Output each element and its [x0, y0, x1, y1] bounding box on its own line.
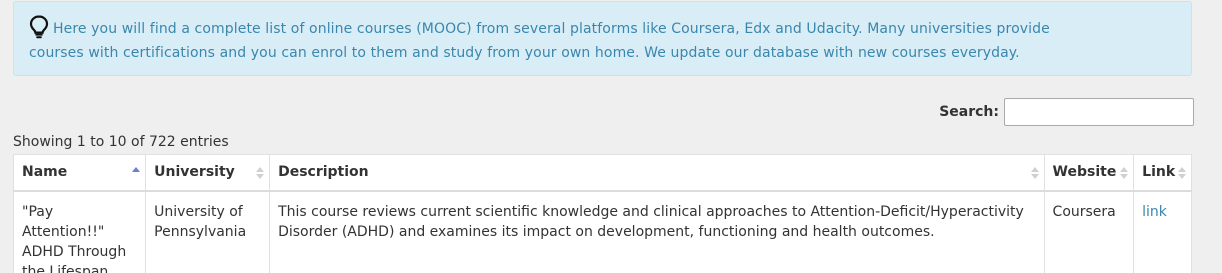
sort-both-icon: [1178, 167, 1186, 179]
sort-both-icon: [1120, 167, 1129, 179]
page: Here you will find a complete list of on…: [0, 0, 1222, 273]
column-header-website[interactable]: Website: [1043, 154, 1135, 192]
cell-description: This course reviews current scientific k…: [269, 190, 1045, 273]
lightbulb-icon: [29, 15, 49, 39]
cell-website: Coursera: [1043, 190, 1135, 273]
search-row: Search:: [939, 98, 1194, 126]
sort-both-icon: [256, 167, 265, 179]
cell-name: "Pay Attention!!" ADHD Through the Lifes…: [12, 190, 147, 273]
sort-ascending-icon: [132, 167, 141, 172]
column-header-university[interactable]: University: [145, 154, 271, 192]
table-header-row: Name University Description Website Link: [12, 154, 1192, 192]
column-header-link-label: Link: [1142, 164, 1176, 181]
table-info: Showing 1 to 10 of 722 entries: [13, 134, 229, 150]
sort-both-icon: [1030, 167, 1039, 179]
cell-link: link: [1133, 190, 1192, 273]
column-header-description-label: Description: [278, 164, 369, 181]
info-alert: Here you will find a complete list of on…: [13, 1, 1192, 76]
info-text-line1: Here you will find a complete list of on…: [53, 21, 1050, 37]
table-row: "Pay Attention!!" ADHD Through the Lifes…: [12, 190, 1192, 273]
column-header-university-label: University: [154, 164, 235, 181]
column-header-link[interactable]: Link: [1133, 154, 1192, 192]
cell-university: University of Pennsylvania: [145, 190, 271, 273]
info-text-line2: courses with certifications and you can …: [29, 45, 1020, 61]
search-input[interactable]: [1004, 98, 1194, 126]
column-header-name[interactable]: Name: [12, 154, 147, 192]
column-header-name-label: Name: [22, 164, 68, 181]
course-link[interactable]: link: [1142, 204, 1167, 220]
courses-table: Name University Description Website Link…: [12, 154, 1192, 273]
search-label: Search:: [939, 104, 999, 120]
column-header-website-label: Website: [1052, 164, 1117, 181]
column-header-description[interactable]: Description: [269, 154, 1045, 192]
